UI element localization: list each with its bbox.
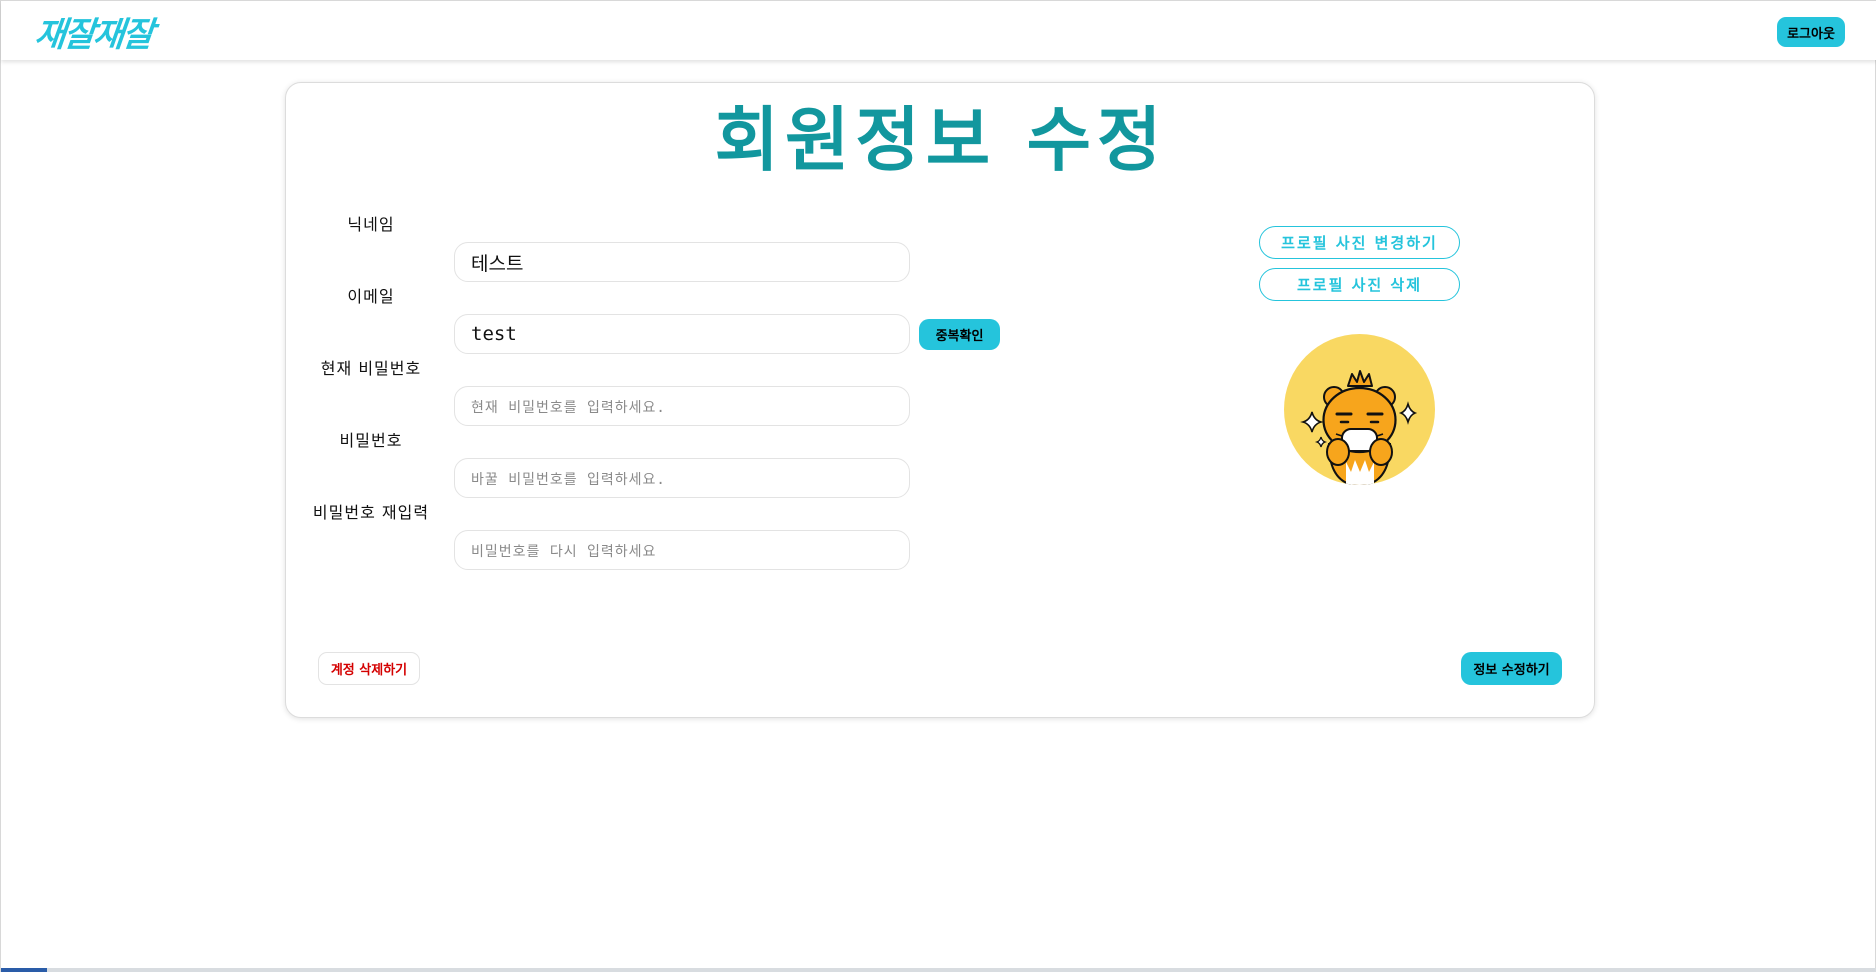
- nickname-label: 닉네임: [347, 215, 395, 234]
- save-profile-button[interactable]: 정보 수정하기: [1461, 652, 1562, 685]
- current-password-label: 현재 비밀번호: [320, 359, 422, 378]
- ryan-character-icon: [1300, 370, 1418, 485]
- current-password-input[interactable]: [454, 386, 910, 426]
- nickname-input[interactable]: [454, 242, 910, 282]
- page-title: 회원정보 수정: [714, 99, 1168, 181]
- profile-avatar: [1284, 334, 1435, 485]
- scroll-indicator-thumb: [1, 968, 47, 972]
- duplicate-check-button[interactable]: 중복확인: [919, 319, 1000, 350]
- delete-account-button[interactable]: 계정 삭제하기: [318, 652, 420, 685]
- app-logo[interactable]: 재잘재잘: [32, 7, 154, 56]
- logout-button[interactable]: 로그아웃: [1777, 17, 1845, 47]
- password-input[interactable]: [454, 458, 910, 498]
- password-confirm-input[interactable]: [454, 530, 910, 570]
- password-label: 비밀번호: [339, 431, 403, 450]
- email-label: 이메일: [347, 287, 395, 306]
- top-navbar: 재잘재잘 로그아웃: [1, 0, 1876, 60]
- profile-edit-card: 회원정보 수정 닉네임 이메일 중복확인 현재 비밀번호 비밀번호 비밀번호 재…: [285, 82, 1595, 718]
- delete-profile-photo-button[interactable]: 프로필 사진 삭제: [1259, 268, 1460, 301]
- bottom-scroll-indicator: [1, 968, 1876, 972]
- change-profile-photo-button[interactable]: 프로필 사진 변경하기: [1259, 226, 1460, 259]
- password-confirm-label: 비밀번호 재입력: [312, 503, 430, 522]
- email-input[interactable]: [454, 314, 910, 354]
